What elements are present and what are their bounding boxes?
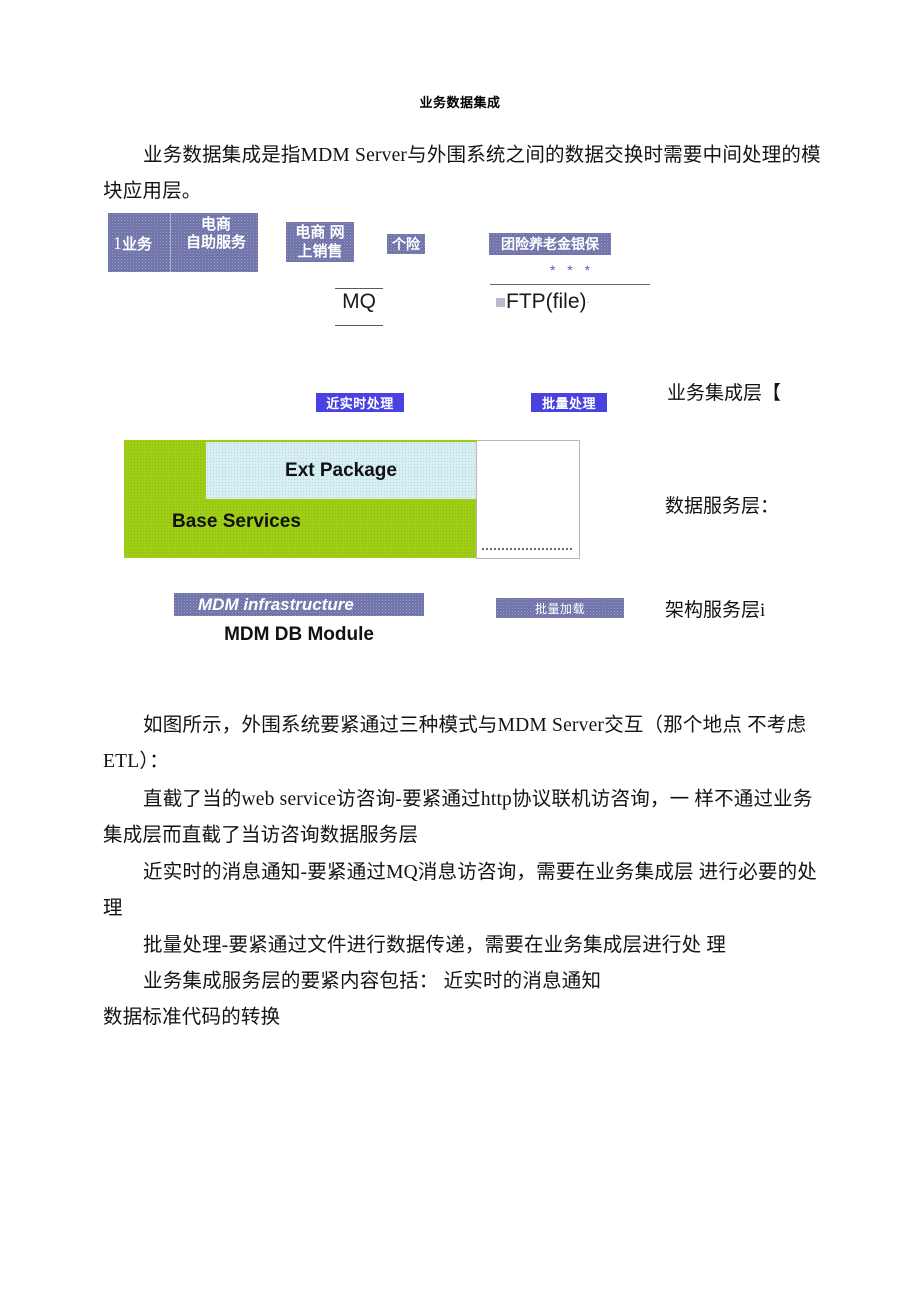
- dotted-divider: [482, 548, 572, 550]
- ftp-label: FTP(file): [506, 290, 587, 313]
- mq-rule-top: [335, 288, 383, 289]
- body-paragraph-4: 批量处理-要紧通过文件进行数据传递，需要在业务集成层进行处 理: [143, 935, 727, 956]
- layer-label-business-integration: 业务集成层【: [667, 383, 782, 404]
- body-paragraph-5: 业务集成服务层的要紧内容包括： 近实时的消息通知: [143, 971, 602, 992]
- box-number: 1: [113, 233, 122, 253]
- mq-label: MQ: [342, 290, 376, 313]
- diagram-services-block: Ext Package Base Services: [124, 440, 476, 558]
- layer-label-architecture-service: 架构服务层i: [665, 600, 766, 621]
- square-bullet-icon: [496, 298, 505, 307]
- diagram-box-personal-insurance: 个险: [387, 234, 425, 254]
- diagram-channel-ftp: * * * FTP(file)·: [490, 262, 650, 324]
- box-label-business-text: 业务: [122, 236, 153, 253]
- box-label-ecom-selfservice: 电商 自助服务: [185, 216, 246, 251]
- diagram-box-online-sales: 电商 网 上销售: [286, 222, 354, 262]
- diagram-box-mdm-infrastructure: MDM infrastructure: [174, 593, 424, 616]
- diagram-label-near-realtime: 近实时处理: [316, 393, 404, 412]
- diagram-label-mdm-db-module: MDM DB Module: [224, 624, 374, 645]
- diagram-box-base-services: Base Services: [172, 511, 301, 532]
- body-paragraph-2: 直截了当的web service访咨询-要紧通过http协议联机访咨询，一 样不…: [103, 789, 813, 846]
- body-paragraph-1: 如图所示，外围系统要紧通过三种模式与MDM Server交互（那个地点 不考虑 …: [103, 715, 812, 772]
- asterisks-marker: * * *: [549, 262, 595, 278]
- diagram-label-batch-process: 批量处理: [531, 393, 607, 412]
- mq-rule-bottom: [335, 325, 383, 326]
- ftp-label-wrap: FTP(file)·: [496, 290, 590, 314]
- diagram-box-group-insurance: 团险养老金银保: [489, 233, 611, 255]
- document-page: 业务数据集成 业务数据集成是指MDM Server与外围系统之间的数据交换时需要…: [0, 0, 920, 1302]
- layer-label-data-service: 数据服务层：: [665, 496, 780, 517]
- body-paragraph-3: 近实时的消息通知-要紧通过MQ消息访咨询，需要在业务集成层 进行必要的处理: [103, 862, 817, 919]
- intro-paragraph: 业务数据集成是指MDM Server与外围系统之间的数据交换时需要中间处理的模块…: [103, 145, 821, 202]
- ftp-rule: [490, 284, 650, 285]
- diagram-box-ext-package: Ext Package: [206, 442, 476, 499]
- ftp-label-tail: ·: [586, 297, 590, 307]
- diagram-right-panel: [476, 440, 580, 559]
- diagram-box-ecom-selfservice: 1业务 电商 自助服务: [108, 213, 258, 272]
- box-divider: [170, 213, 171, 272]
- diagram-channel-mq: MQ: [335, 288, 383, 326]
- page-title: 业务数据集成: [419, 95, 501, 110]
- body-paragraph-6: 数据标准代码的转换: [103, 1007, 281, 1028]
- diagram-label-batch-load: 批量加载: [496, 598, 624, 618]
